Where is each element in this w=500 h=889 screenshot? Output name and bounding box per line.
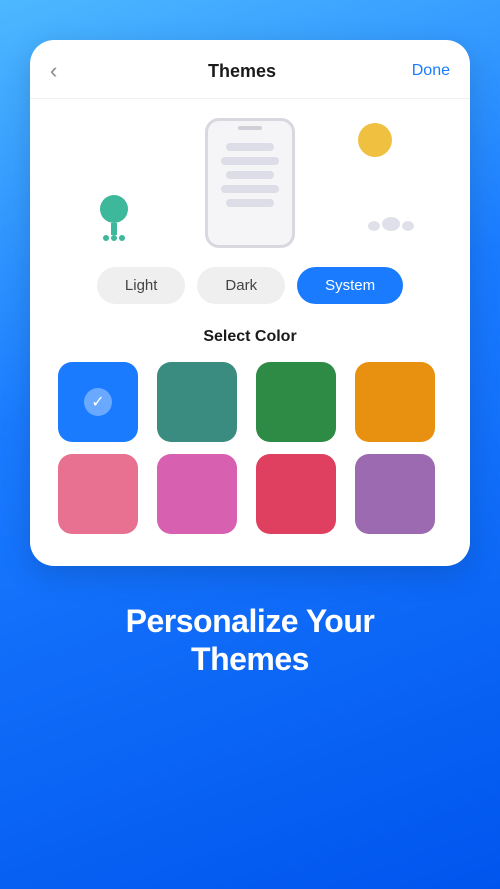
color-swatch-magenta[interactable] <box>157 454 237 534</box>
back-button[interactable]: ‹ <box>50 58 82 84</box>
promo-text: Personalize Your Themes <box>96 602 405 679</box>
theme-selector: Light Dark System <box>30 259 470 324</box>
phone-mockup <box>205 118 295 248</box>
theme-system-button[interactable]: System <box>297 267 403 304</box>
theme-dark-button[interactable]: Dark <box>197 267 285 304</box>
done-button[interactable]: Done <box>402 62 450 80</box>
color-swatch-purple[interactable] <box>355 454 435 534</box>
color-swatch-blue[interactable]: ✓ <box>58 362 138 442</box>
promo-line-1: Personalize Your <box>126 602 375 640</box>
select-color-label: Select Color <box>30 324 470 362</box>
promo-line-2: Themes <box>126 640 375 678</box>
cloud-icon <box>368 217 414 231</box>
color-swatch-orange[interactable] <box>355 362 435 442</box>
color-swatch-red[interactable] <box>256 454 336 534</box>
sun-icon <box>358 123 392 157</box>
color-swatch-teal[interactable] <box>157 362 237 442</box>
header: ‹ Themes Done <box>30 40 470 99</box>
illustration <box>30 99 470 259</box>
page-title: Themes <box>208 61 276 82</box>
tree-icon <box>100 195 128 241</box>
theme-light-button[interactable]: Light <box>97 267 186 304</box>
themes-card: ‹ Themes Done <box>30 40 470 566</box>
selected-checkmark: ✓ <box>84 388 112 416</box>
color-grid: ✓ <box>30 362 470 534</box>
color-swatch-pink[interactable] <box>58 454 138 534</box>
color-swatch-green[interactable] <box>256 362 336 442</box>
